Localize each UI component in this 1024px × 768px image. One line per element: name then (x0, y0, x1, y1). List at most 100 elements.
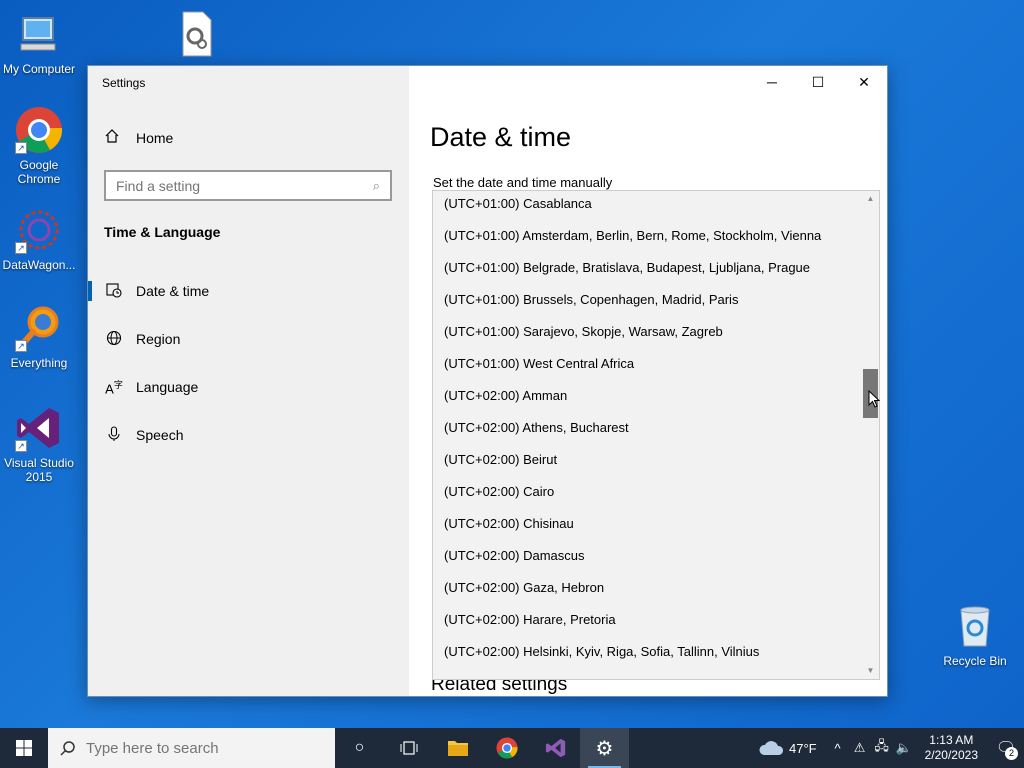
desktop-icon-label: Recycle Bin (943, 654, 1007, 668)
desktop-icon-google-chrome[interactable]: ↗ Google Chrome (0, 106, 78, 186)
chrome-icon: ↗ (15, 106, 63, 154)
timezone-option[interactable]: (UTC+02:00) Amman (433, 383, 879, 415)
clock-calendar-icon (104, 282, 124, 301)
desktop-icon-file[interactable] (156, 10, 234, 62)
maximize-icon: ☐ (811, 73, 825, 90)
nav-date-time[interactable]: Date & time (88, 271, 409, 311)
network-alert-icon[interactable]: ⚠ (849, 740, 871, 756)
settings-file-icon (171, 10, 219, 58)
task-view-button[interactable] (384, 728, 433, 768)
desktop-icon-my-computer[interactable]: My Computer (0, 10, 78, 76)
taskbar-search-input[interactable] (86, 739, 306, 757)
timezone-option[interactable]: (UTC+01:00) West Central Africa (433, 351, 879, 383)
notification-badge: 2 (1005, 747, 1018, 760)
window-title: Settings (102, 76, 146, 90)
search-icon: ⌕ (372, 177, 380, 193)
minimize-button[interactable]: ─ (749, 66, 795, 98)
clock-date: 2/20/2023 (924, 748, 978, 762)
shortcut-arrow-icon: ↗ (15, 242, 27, 254)
desktop-icon-label: DataWagon... (2, 258, 76, 272)
timezone-option[interactable]: (UTC+01:00) Belgrade, Bratislava, Budape… (433, 255, 879, 287)
cortana-circle-icon: ○ (354, 739, 365, 756)
start-button[interactable] (0, 728, 48, 768)
timezone-option[interactable]: (UTC+02:00) Harare, Pretoria (433, 607, 879, 639)
nav-item-label: Date & time (136, 283, 210, 299)
computer-icon (15, 10, 63, 58)
nav-home-label: Home (136, 130, 174, 146)
taskbar-search[interactable] (48, 728, 335, 768)
window-controls: ─ ☐ ✕ (749, 66, 887, 98)
settings-taskbar-button[interactable]: ⚙ (580, 728, 629, 768)
timezone-scrollbar[interactable]: ▲ ▼ (862, 191, 879, 679)
magnifier-icon: ↗ (15, 304, 63, 352)
desktop-icon-recycle-bin[interactable]: Recycle Bin (936, 602, 1014, 668)
system-tray: 47°F ^ ⚠ 🖧 🔈 1:13 AM 2/20/2023 🗨 2 (758, 728, 1024, 768)
desktop-icon-label: Google Chrome (17, 158, 61, 186)
timezone-option[interactable]: (UTC+02:00) Gaza, Hebron (433, 575, 879, 607)
timezone-option[interactable]: (UTC+02:00) Beirut (433, 447, 879, 479)
desktop-icon-visual-studio[interactable]: ↗ Visual Studio 2015 (0, 404, 78, 484)
windows-logo-icon (16, 740, 32, 756)
chrome-icon (495, 737, 518, 759)
nav-region[interactable]: Region (88, 319, 409, 359)
timezone-option[interactable]: (UTC+02:00) Athens, Bucharest (433, 415, 879, 447)
maximize-button[interactable]: ☐ (795, 66, 841, 98)
gear-icon: ⚙ (595, 737, 614, 760)
folder-icon (447, 741, 468, 756)
timezone-dropdown-list[interactable]: (UTC+01:00) Casablanca (UTC+01:00) Amster… (432, 190, 880, 680)
mouse-cursor-icon (868, 390, 880, 408)
shortcut-arrow-icon: ↗ (15, 142, 27, 154)
shortcut-arrow-icon: ↗ (15, 440, 27, 452)
page-title: Date & time (430, 122, 572, 152)
search-icon (60, 741, 75, 756)
file-explorer-button[interactable] (433, 728, 482, 768)
desktop-icon-label: My Computer (2, 62, 76, 76)
set-manually-label: Set the date and time manually (433, 175, 613, 190)
timezone-option[interactable]: (UTC+02:00) Chisinau (433, 511, 879, 543)
notification-center-button[interactable]: 🗨 2 (988, 728, 1024, 768)
timezone-option[interactable]: (UTC+02:00) Helsinki, Kyiv, Riga, Sofia,… (433, 639, 879, 671)
nav-home[interactable]: Home (104, 128, 173, 148)
visual-studio-taskbar-button[interactable] (531, 728, 580, 768)
clock[interactable]: 1:13 AM 2/20/2023 (925, 733, 978, 763)
nav-item-label: Speech (136, 427, 184, 443)
desktop-icon-everything[interactable]: ↗ Everything (0, 304, 78, 370)
visual-studio-icon: ↗ (15, 404, 63, 452)
close-button[interactable]: ✕ (841, 66, 887, 98)
nav-speech[interactable]: Speech (88, 415, 409, 455)
cortana-button[interactable]: ○ (335, 728, 384, 768)
shortcut-arrow-icon: ↗ (15, 340, 27, 352)
minimize-icon: ─ (767, 74, 777, 90)
network-icon[interactable]: 🖧 (871, 737, 893, 759)
nav-item-label: Region (136, 331, 181, 347)
scroll-down-arrow-icon[interactable]: ▼ (862, 663, 879, 679)
timezone-option[interactable]: (UTC+01:00) Brussels, Copenhagen, Madrid… (433, 287, 879, 319)
nav-language[interactable]: A字 Language (88, 367, 409, 407)
language-icon: A字 (105, 379, 123, 397)
taskbar: ○ ⚙ 47°F ^ ⚠ 🖧 🔈 1:13 AM 2/20/2023 🗨 2 (0, 728, 1024, 768)
datawagon-icon: ↗ (15, 206, 63, 254)
volume-icon[interactable]: 🔈 (893, 740, 915, 756)
scroll-up-arrow-icon[interactable]: ▲ (862, 191, 879, 207)
weather-temp: 47°F (789, 740, 817, 756)
timezone-options: (UTC+01:00) Casablanca (UTC+01:00) Amster… (433, 191, 879, 671)
timezone-option[interactable]: (UTC+02:00) Cairo (433, 479, 879, 511)
timezone-option[interactable]: (UTC+01:00) Sarajevo, Skopje, Warsaw, Za… (433, 319, 879, 351)
desktop-icon-datawagon[interactable]: ↗ DataWagon... (0, 206, 78, 272)
task-view-icon (400, 741, 417, 755)
globe-icon (104, 330, 124, 349)
settings-search-input[interactable] (116, 177, 373, 194)
chrome-taskbar-button[interactable] (482, 728, 531, 768)
close-icon: ✕ (858, 73, 870, 90)
timezone-option[interactable]: (UTC+01:00) Amsterdam, Berlin, Bern, Rom… (433, 223, 879, 255)
visual-studio-icon (545, 738, 565, 758)
cloud-icon (759, 741, 784, 755)
settings-search[interactable]: ⌕ (104, 170, 392, 201)
desktop-icon-label: Everything (10, 356, 68, 370)
chevron-up-icon[interactable]: ^ (827, 741, 849, 756)
timezone-option[interactable]: (UTC+02:00) Damascus (433, 543, 879, 575)
recycle-bin-icon (951, 602, 999, 650)
weather-widget[interactable]: 47°F (758, 740, 817, 756)
desktop-icon-label: Visual Studio 2015 (4, 456, 74, 484)
timezone-option[interactable]: (UTC+01:00) Casablanca (433, 191, 879, 223)
